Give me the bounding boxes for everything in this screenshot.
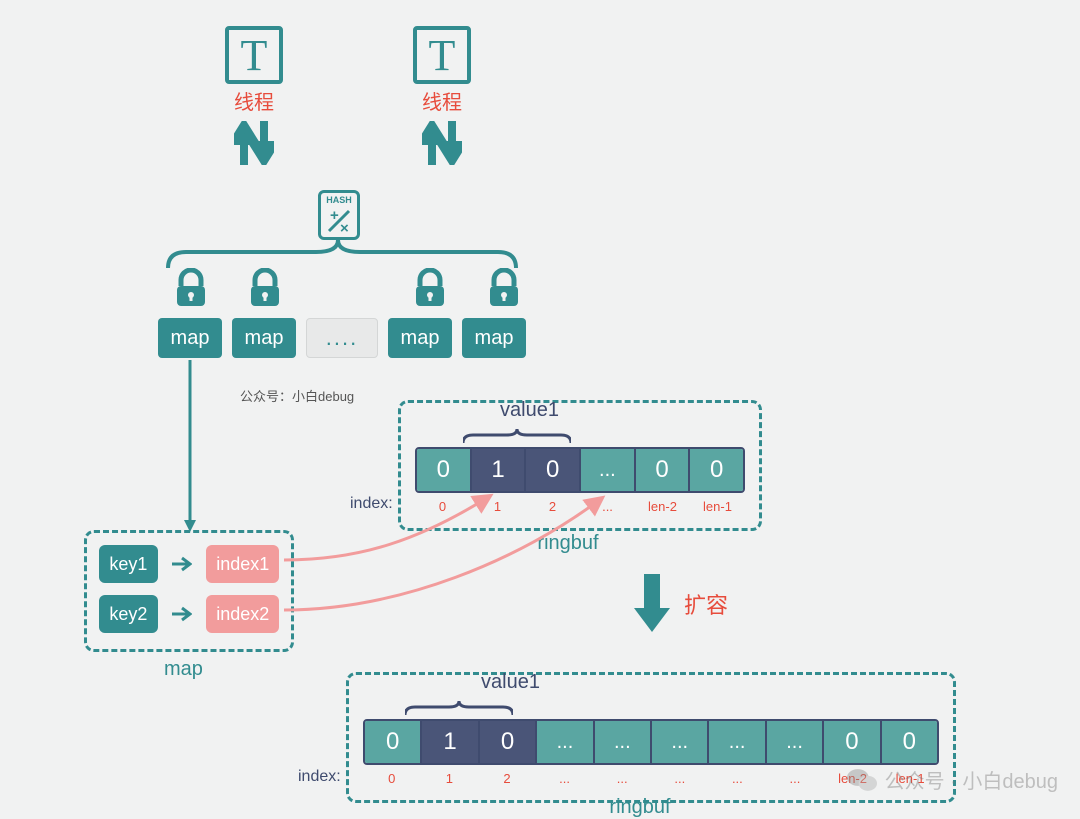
arrow-right-icon	[172, 556, 193, 572]
index-label: index:	[350, 495, 393, 513]
ringbuf-cell: 0	[417, 449, 472, 491]
ringbuf-index: ...	[536, 771, 594, 786]
value1-label: value1	[500, 399, 559, 422]
ringbuf-before: value1 010...00 012...len-2len-1	[398, 400, 762, 531]
map-shard: map	[388, 318, 452, 358]
lock-icon	[475, 272, 533, 308]
hash-icon: HASH + ×	[318, 190, 360, 240]
ringbuf-cell: ...	[709, 721, 766, 763]
ringbuf-cell: 0	[690, 449, 743, 491]
ringbuf-cell: 1	[422, 721, 479, 763]
map-shard: map	[462, 318, 526, 358]
map-box: key1 index1 key2 index2	[84, 530, 294, 652]
thread-label: 线程	[402, 86, 482, 115]
ringbuf-index: 1	[470, 499, 525, 514]
brace-icon	[405, 701, 513, 715]
hash-math-icon: + ×	[321, 207, 357, 235]
ringbuf-indexes: 012...len-2len-1	[415, 499, 745, 514]
map-shard: map	[158, 318, 222, 358]
ringbuf-index: len-1	[690, 499, 745, 514]
expand-label: 扩容	[684, 588, 728, 620]
map-shard: map	[232, 318, 296, 358]
hash-label: HASH	[321, 195, 357, 205]
watermark-text: 公众号 · 小白debug	[885, 765, 1058, 794]
lock-row	[162, 272, 533, 308]
map-entry: key1 index1	[99, 545, 279, 583]
lock-icon	[401, 272, 459, 308]
watermark: 公众号 · 小白debug	[847, 765, 1058, 794]
ringbuf-index: 0	[363, 771, 421, 786]
bidir-arrows-icon	[402, 121, 482, 165]
ringbuf-label: ringbuf	[609, 796, 670, 819]
svg-text:+: +	[330, 207, 339, 224]
bidir-arrows-icon	[214, 121, 294, 165]
lock-icon	[236, 272, 294, 308]
ringbuf-index: 0	[415, 499, 470, 514]
ringbuf-cell: 0	[824, 721, 881, 763]
map-shard-row: map map .... map map	[158, 318, 526, 358]
brace-icon	[463, 429, 571, 443]
thread-icon: T	[225, 26, 283, 84]
ringbuf-cell: ...	[595, 721, 652, 763]
ringbuf-index: ...	[709, 771, 767, 786]
ringbuf-index: 2	[478, 771, 536, 786]
ringbuf-index: 2	[525, 499, 580, 514]
index-cell: index2	[206, 595, 279, 633]
key-cell: key2	[99, 595, 158, 633]
key-cell: key1	[99, 545, 158, 583]
index-label: index:	[298, 768, 341, 786]
ringbuf-cell: ...	[652, 721, 709, 763]
ringbuf-label: ringbuf	[537, 532, 598, 555]
ringbuf-index: 1	[421, 771, 479, 786]
svg-text:×: ×	[340, 220, 349, 235]
ringbuf-index: ...	[580, 499, 635, 514]
thread-2: T 线程	[402, 26, 482, 165]
thread-label: 线程	[214, 86, 294, 115]
lock-icon	[162, 272, 220, 308]
ringbuf-cell: ...	[767, 721, 824, 763]
thread-glyph: T	[241, 30, 268, 81]
arrow-down-big-icon	[632, 574, 672, 634]
ringbuf-index: ...	[766, 771, 824, 786]
ringbuf-cell: 1	[472, 449, 527, 491]
map-entry: key2 index2	[99, 595, 279, 633]
credit-text: 公众号：小白debug	[240, 386, 354, 405]
thread-glyph: T	[429, 30, 456, 81]
ringbuf-index: len-2	[635, 499, 690, 514]
arrow-right-icon	[172, 606, 193, 622]
ringbuf-index: ...	[651, 771, 709, 786]
ringbuf-cells: 010...............00	[363, 719, 939, 765]
value1-label: value1	[481, 671, 540, 694]
ringbuf-cell: 0	[365, 721, 422, 763]
ringbuf-cell: 0	[882, 721, 937, 763]
ringbuf-cell: ...	[537, 721, 594, 763]
index-cell: index1	[206, 545, 279, 583]
ringbuf-cell: 0	[526, 449, 581, 491]
ringbuf-cell: 0	[636, 449, 691, 491]
thread-icon: T	[413, 26, 471, 84]
expand-section: 扩容	[632, 574, 728, 634]
ringbuf-index: ...	[593, 771, 651, 786]
ringbuf-cell: 0	[480, 721, 537, 763]
ringbuf-cells: 010...00	[415, 447, 745, 493]
thread-1: T 线程	[214, 26, 294, 165]
map-box-label: map	[164, 658, 203, 681]
ringbuf-cell: ...	[581, 449, 636, 491]
wechat-icon	[847, 767, 877, 793]
ellipsis-cell: ....	[306, 318, 378, 358]
